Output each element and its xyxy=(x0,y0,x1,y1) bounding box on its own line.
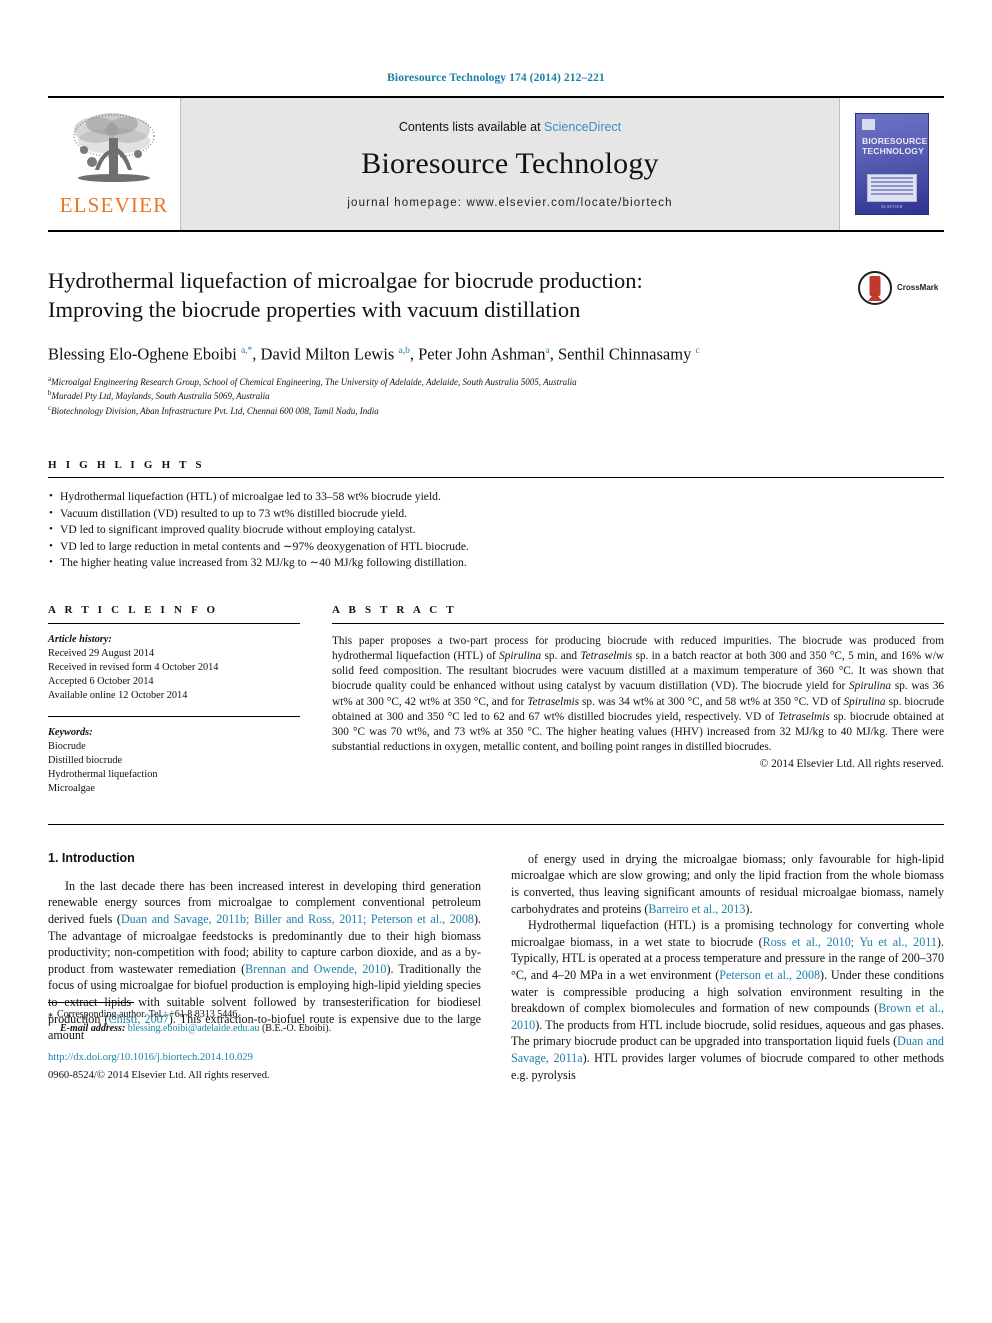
email-label: E-mail address: xyxy=(60,1022,126,1034)
affiliation-a: aMicroalgal Engineering Research Group, … xyxy=(48,374,848,389)
running-head: Bioresource Technology 174 (2014) 212–22… xyxy=(387,72,605,84)
journal-title: Bioresource Technology xyxy=(361,146,659,180)
journal-homepage-link[interactable]: journal homepage: www.elsevier.com/locat… xyxy=(347,197,672,209)
cover-title-line2: TECHNOLOGY xyxy=(862,145,924,156)
abstract-body: This paper proposes a two-part process f… xyxy=(332,634,945,754)
highlights-divider xyxy=(48,477,944,479)
email-address-link[interactable]: blessing.eboibi@adelaide.edu.au xyxy=(128,1023,260,1034)
article-info-heading: A R T I C L E I N F O xyxy=(48,603,219,616)
list-item: VD led to significant improved quality b… xyxy=(48,521,944,539)
crossmark-badge[interactable]: CrossMark xyxy=(858,268,944,308)
highlights-heading: H I G H L I G H T S xyxy=(48,459,205,472)
affiliation-b: bMuradel Pty Ltd, Maylands, South Austra… xyxy=(48,388,848,403)
corresponding-author-text: Corresponding author. Tel.: +61 8 8313 5… xyxy=(57,1009,240,1021)
keyword-item: Hydrothermal liquefaction xyxy=(48,768,158,780)
footnote-area: ⁎ Corresponding author. Tel.: +61 8 8313 … xyxy=(48,1002,481,1083)
sciencedirect-link[interactable]: ScienceDirect xyxy=(544,120,621,134)
history-received: Received 29 August 2014 xyxy=(48,647,155,659)
affiliation-text-b: Muradel Pty Ltd, Maylands, South Austral… xyxy=(51,391,270,402)
author-list: Blessing Elo-Oghene Eboibi a,*, David Mi… xyxy=(48,344,700,364)
body-column-right: of energy used in drying the microalgae … xyxy=(511,851,944,1083)
page-title: Hydrothermal liquefaction of microalgae … xyxy=(48,266,848,324)
affiliation-list: aMicroalgal Engineering Research Group, … xyxy=(48,374,848,418)
affiliation-text-c: Biotechnology Division, Aban Infrastruct… xyxy=(51,405,379,416)
article-history-label: Article history: xyxy=(48,633,112,645)
contents-prefix: Contents lists available at xyxy=(398,119,545,134)
abstract-section: A B S T R A C T This paper proposes a tw… xyxy=(332,604,944,796)
journal-banner: Contents lists available at ScienceDirec… xyxy=(180,98,840,230)
keyword-item: Microalgae xyxy=(48,782,95,794)
cover-figure xyxy=(867,174,917,202)
email-note: E-mail address: blessing.eboibi@adelaide… xyxy=(48,1022,481,1036)
paper-page: Bioresource Technology 174 (2014) 212–22… xyxy=(0,0,992,1323)
title-line-1: Hydrothermal liquefaction of microalgae … xyxy=(48,268,643,293)
abstract-heading: A B S T R A C T xyxy=(332,603,457,616)
doi-link[interactable]: http://dx.doi.org/10.1016/j.biortech.201… xyxy=(48,1051,481,1065)
keywords-divider xyxy=(48,715,300,717)
journal-cover-image: BIORESOURCE TECHNOLOGY ELSEVIER xyxy=(855,113,929,215)
affiliation-c: cBiotechnology Division, Aban Infrastruc… xyxy=(48,403,848,418)
journal-masthead: ELSEVIER Contents lists available at Sci… xyxy=(48,96,944,232)
keyword-item: Distilled biocrude xyxy=(48,754,123,766)
abstract-divider xyxy=(332,622,944,624)
info-abstract-row: A R T I C L E I N F O Article history: R… xyxy=(48,604,944,796)
publisher-logo-cell: ELSEVIER xyxy=(48,98,180,230)
history-revised: Received in revised form 4 October 2014 xyxy=(48,661,219,673)
email-attribution: (B.E.-O. Eboibi). xyxy=(261,1022,332,1034)
elsevier-tree-logo xyxy=(73,113,155,182)
cover-title: BIORESOURCE TECHNOLOGY xyxy=(862,136,927,156)
keyword-item: Biocrude xyxy=(48,740,86,752)
history-online: Available online 12 October 2014 xyxy=(48,689,188,701)
title-line-2: Improving the biocrude properties with v… xyxy=(48,297,581,322)
cover-footer: ELSEVIER xyxy=(881,204,903,209)
title-block: Hydrothermal liquefaction of microalgae … xyxy=(48,266,944,417)
body-top-divider xyxy=(48,823,944,825)
list-item: VD led to large reduction in metal conte… xyxy=(48,538,944,556)
cover-publisher-icon xyxy=(862,119,875,130)
body-columns: 1. Introduction In the last decade there… xyxy=(48,851,944,1083)
footnote-rule xyxy=(48,1002,134,1004)
contents-available-line: Contents lists available at ScienceDirec… xyxy=(399,120,621,134)
elsevier-wordmark: ELSEVIER xyxy=(59,193,169,217)
corresponding-star: ⁎ xyxy=(48,1009,53,1021)
highlights-section: H I G H L I G H T S Hydrothermal liquefa… xyxy=(48,459,944,572)
list-item: Hydrothermal liquefaction (HTL) of micro… xyxy=(48,488,944,506)
list-item: The higher heating value increased from … xyxy=(48,554,944,572)
doi-block: http://dx.doi.org/10.1016/j.biortech.201… xyxy=(48,1051,481,1083)
keywords-label: Keywords: xyxy=(48,726,93,738)
affiliation-text-a: Microalgal Engineering Research Group, S… xyxy=(51,376,577,387)
journal-cover-cell: BIORESOURCE TECHNOLOGY ELSEVIER xyxy=(840,98,944,230)
crossmark-icon xyxy=(858,271,892,305)
body-column-left: 1. Introduction In the last decade there… xyxy=(48,851,481,1083)
article-history-group: Article history: Received 29 August 2014… xyxy=(48,633,300,703)
crossmark-label: CrossMark xyxy=(897,283,939,292)
abstract-copyright: © 2014 Elsevier Ltd. All rights reserved… xyxy=(759,758,944,771)
article-info-section: A R T I C L E I N F O Article history: R… xyxy=(48,604,300,796)
intro-paragraph-right-1: of energy used in drying the microalgae … xyxy=(511,851,944,916)
list-item: Vacuum distillation (VD) resulted to up … xyxy=(48,505,944,523)
intro-paragraph-right-2: Hydrothermal liquefaction (HTL) is a pro… xyxy=(511,918,944,1082)
section-heading-introduction: 1. Introduction xyxy=(48,850,135,865)
history-accepted: Accepted 6 October 2014 xyxy=(48,675,154,687)
cover-subtitle xyxy=(863,159,921,163)
keywords-group: Keywords: Biocrude Distilled biocrude Hy… xyxy=(48,726,300,796)
article-info-divider xyxy=(48,622,300,624)
issn-copyright-line: 0960-8524/© 2014 Elsevier Ltd. All right… xyxy=(48,1070,270,1082)
corresponding-author-note: ⁎ Corresponding author. Tel.: +61 8 8313 … xyxy=(48,1008,481,1022)
highlights-list: Hydrothermal liquefaction (HTL) of micro… xyxy=(48,488,944,572)
